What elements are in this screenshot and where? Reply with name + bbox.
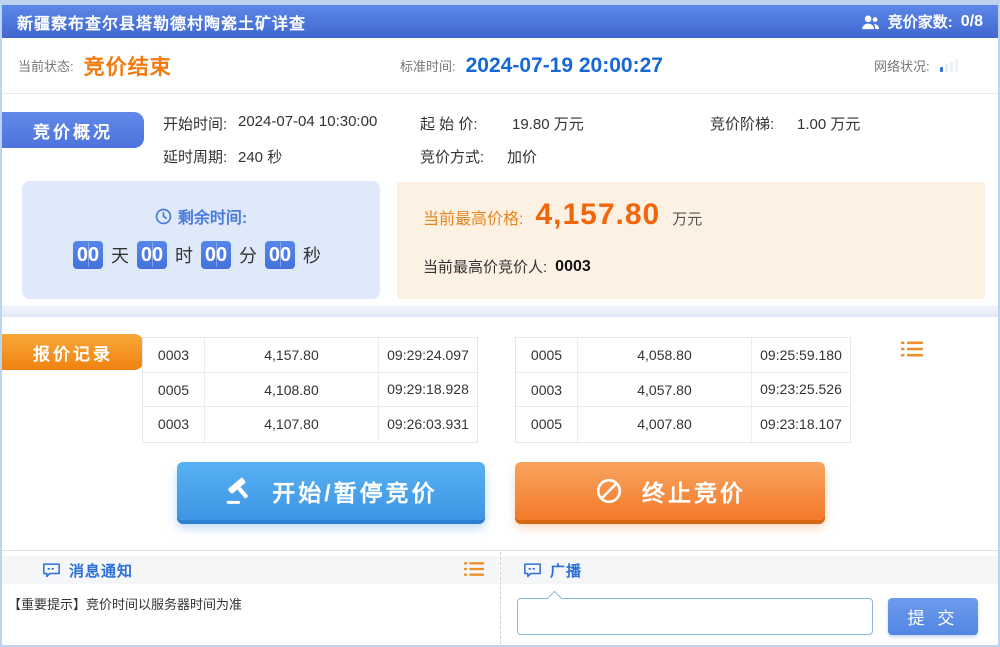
page-title: 新疆察布查尔县塔勒德村陶瓷土矿详查 (17, 10, 306, 34)
table-row: 0005 4,058.80 09:25:59.180 (516, 338, 850, 373)
time-cell: 09:23:25.526 (752, 372, 850, 406)
broadcast-title: 广播 (550, 560, 582, 581)
start-price-value: 19.80 万元 (512, 113, 584, 134)
bidders-counter: 竞价家数: 0/8 (861, 11, 983, 32)
time-cell: 09:29:18.928 (379, 372, 477, 406)
current-status-value: 竞价结束 (84, 51, 172, 81)
delay-period-label: 延时周期: (163, 146, 227, 167)
countdown-unit-second: 秒 (303, 242, 321, 268)
notice-title: 消息通知 (69, 560, 133, 581)
bidder-cell: 0005 (143, 373, 205, 407)
bidder-cell: 0003 (516, 373, 578, 407)
standard-time-label: 标准时间: (400, 56, 456, 75)
network-status: 网络状况: (874, 38, 958, 93)
bid-method-label: 竞价方式: (420, 146, 484, 167)
start-time-label: 开始时间: (163, 113, 227, 134)
current-status-label: 当前状态: (18, 56, 74, 75)
section-divider (2, 305, 998, 317)
highest-price-label: 当前最高价格: (423, 205, 523, 229)
bid-records-table-right: 0005 4,058.80 09:25:59.180 0003 4,057.80… (515, 337, 851, 443)
bidders-label: 竞价家数: (888, 11, 953, 32)
network-status-label: 网络状况: (874, 56, 930, 75)
terminate-bidding-button[interactable]: 终止竞价 (515, 462, 825, 520)
table-row: 0005 4,108.80 09:29:18.928 (143, 373, 477, 408)
countdown-panel: 剩余时间: 00 天 00 时 00 分 00 秒 (22, 181, 380, 299)
countdown-days: 00 (73, 241, 103, 269)
countdown-unit-day: 天 (111, 242, 129, 268)
price-cell: 4,057.80 (578, 373, 752, 407)
bid-records-table-left: 0003 4,157.80 09:29:24.097 0005 4,108.80… (142, 337, 478, 443)
highest-price-unit: 万元 (672, 208, 702, 229)
countdown-title: 剩余时间: (22, 204, 380, 228)
table-row: 0005 4,007.80 09:23:18.107 (516, 407, 850, 442)
table-row: 0003 4,157.80 09:29:24.097 (143, 338, 477, 373)
user-group-icon (861, 14, 880, 30)
bid-step-value: 1.00 万元 (797, 113, 860, 134)
notice-message: 【重要提示】竞价时间以服务器时间为准 (8, 594, 242, 613)
bid-step-label: 竞价阶梯: (710, 113, 774, 134)
signal-icon (940, 59, 958, 72)
highest-bidder-line: 当前最高价竞价人: 0003 (423, 256, 591, 277)
gavel-icon (224, 476, 254, 506)
highest-price-line: 当前最高价格: 4,157.80 万元 (423, 198, 702, 232)
price-cell: 4,108.80 (205, 373, 379, 407)
bottom-separator (2, 550, 998, 551)
start-pause-bidding-button[interactable]: 开始/暂停竞价 (177, 462, 485, 520)
countdown-seconds: 00 (265, 241, 295, 269)
delay-period-value: 240 秒 (238, 146, 282, 167)
bidder-cell: 0005 (516, 338, 578, 372)
start-price-label: 起 始 价: (420, 113, 478, 134)
table-row: 0003 4,107.80 09:26:03.931 (143, 407, 477, 442)
countdown-unit-hour: 时 (175, 242, 193, 268)
countdown-unit-minute: 分 (239, 242, 257, 268)
table-row: 0003 4,057.80 09:23:25.526 (516, 373, 850, 408)
bidders-count: 0/8 (961, 13, 983, 31)
standard-time-value: 2024-07-19 20:00:27 (466, 54, 663, 78)
standard-time: 标准时间: 2024-07-19 20:00:27 (400, 38, 663, 93)
broadcast-panel-header: 广播 (501, 556, 998, 584)
time-cell: 09:29:24.097 (379, 338, 477, 372)
current-status: 当前状态: 竞价结束 (18, 38, 172, 93)
tab-bidding-overview: 竞价概况 (2, 112, 144, 148)
bidder-cell: 0003 (143, 338, 205, 372)
submit-button[interactable]: 提 交 (888, 598, 978, 635)
time-cell: 09:25:59.180 (752, 338, 850, 372)
chat-bubble-icon (523, 562, 542, 579)
list-icon[interactable] (464, 561, 484, 577)
price-cell: 4,157.80 (205, 338, 379, 372)
time-cell: 09:23:18.107 (752, 407, 850, 441)
countdown-digits: 00 天 00 时 00 分 00 秒 (22, 241, 380, 269)
ban-icon (594, 476, 624, 506)
bidder-cell: 0005 (516, 407, 578, 442)
bid-method-value: 加价 (507, 146, 537, 167)
status-bar: 当前状态: 竞价结束 标准时间: 2024-07-19 20:00:27 网络状… (2, 38, 998, 94)
countdown-minutes: 00 (201, 241, 231, 269)
highest-price-value: 4,157.80 (535, 198, 660, 232)
countdown-hours: 00 (137, 241, 167, 269)
tab-bid-records: 报价记录 (2, 334, 144, 370)
auction-page: 新疆察布查尔县塔勒德村陶瓷土矿详查 竞价家数: 0/8 当前状态: 竞价结束 标… (0, 0, 1000, 647)
chat-bubble-icon (42, 562, 61, 579)
start-time-value: 2024-07-04 10:30:00 (238, 113, 377, 130)
terminate-label: 终止竞价 (642, 474, 746, 508)
highest-price-panel: 当前最高价格: 4,157.80 万元 当前最高价竞价人: 0003 (397, 182, 985, 299)
price-cell: 4,007.80 (578, 407, 752, 442)
price-cell: 4,058.80 (578, 338, 752, 372)
title-bar: 新疆察布查尔县塔勒德村陶瓷土矿详查 竞价家数: 0/8 (2, 5, 998, 38)
notice-panel-header: 消息通知 (2, 556, 499, 584)
clock-icon (155, 208, 172, 225)
countdown-label: 剩余时间: (178, 204, 247, 228)
price-cell: 4,107.80 (205, 407, 379, 442)
start-pause-label: 开始/暂停竞价 (272, 474, 437, 508)
broadcast-input[interactable] (517, 598, 873, 635)
highest-bidder-label: 当前最高价竞价人: (423, 256, 547, 277)
bidder-cell: 0003 (143, 407, 205, 442)
highest-bidder-value: 0003 (555, 258, 591, 276)
time-cell: 09:26:03.931 (379, 407, 477, 441)
list-icon[interactable] (901, 340, 923, 358)
